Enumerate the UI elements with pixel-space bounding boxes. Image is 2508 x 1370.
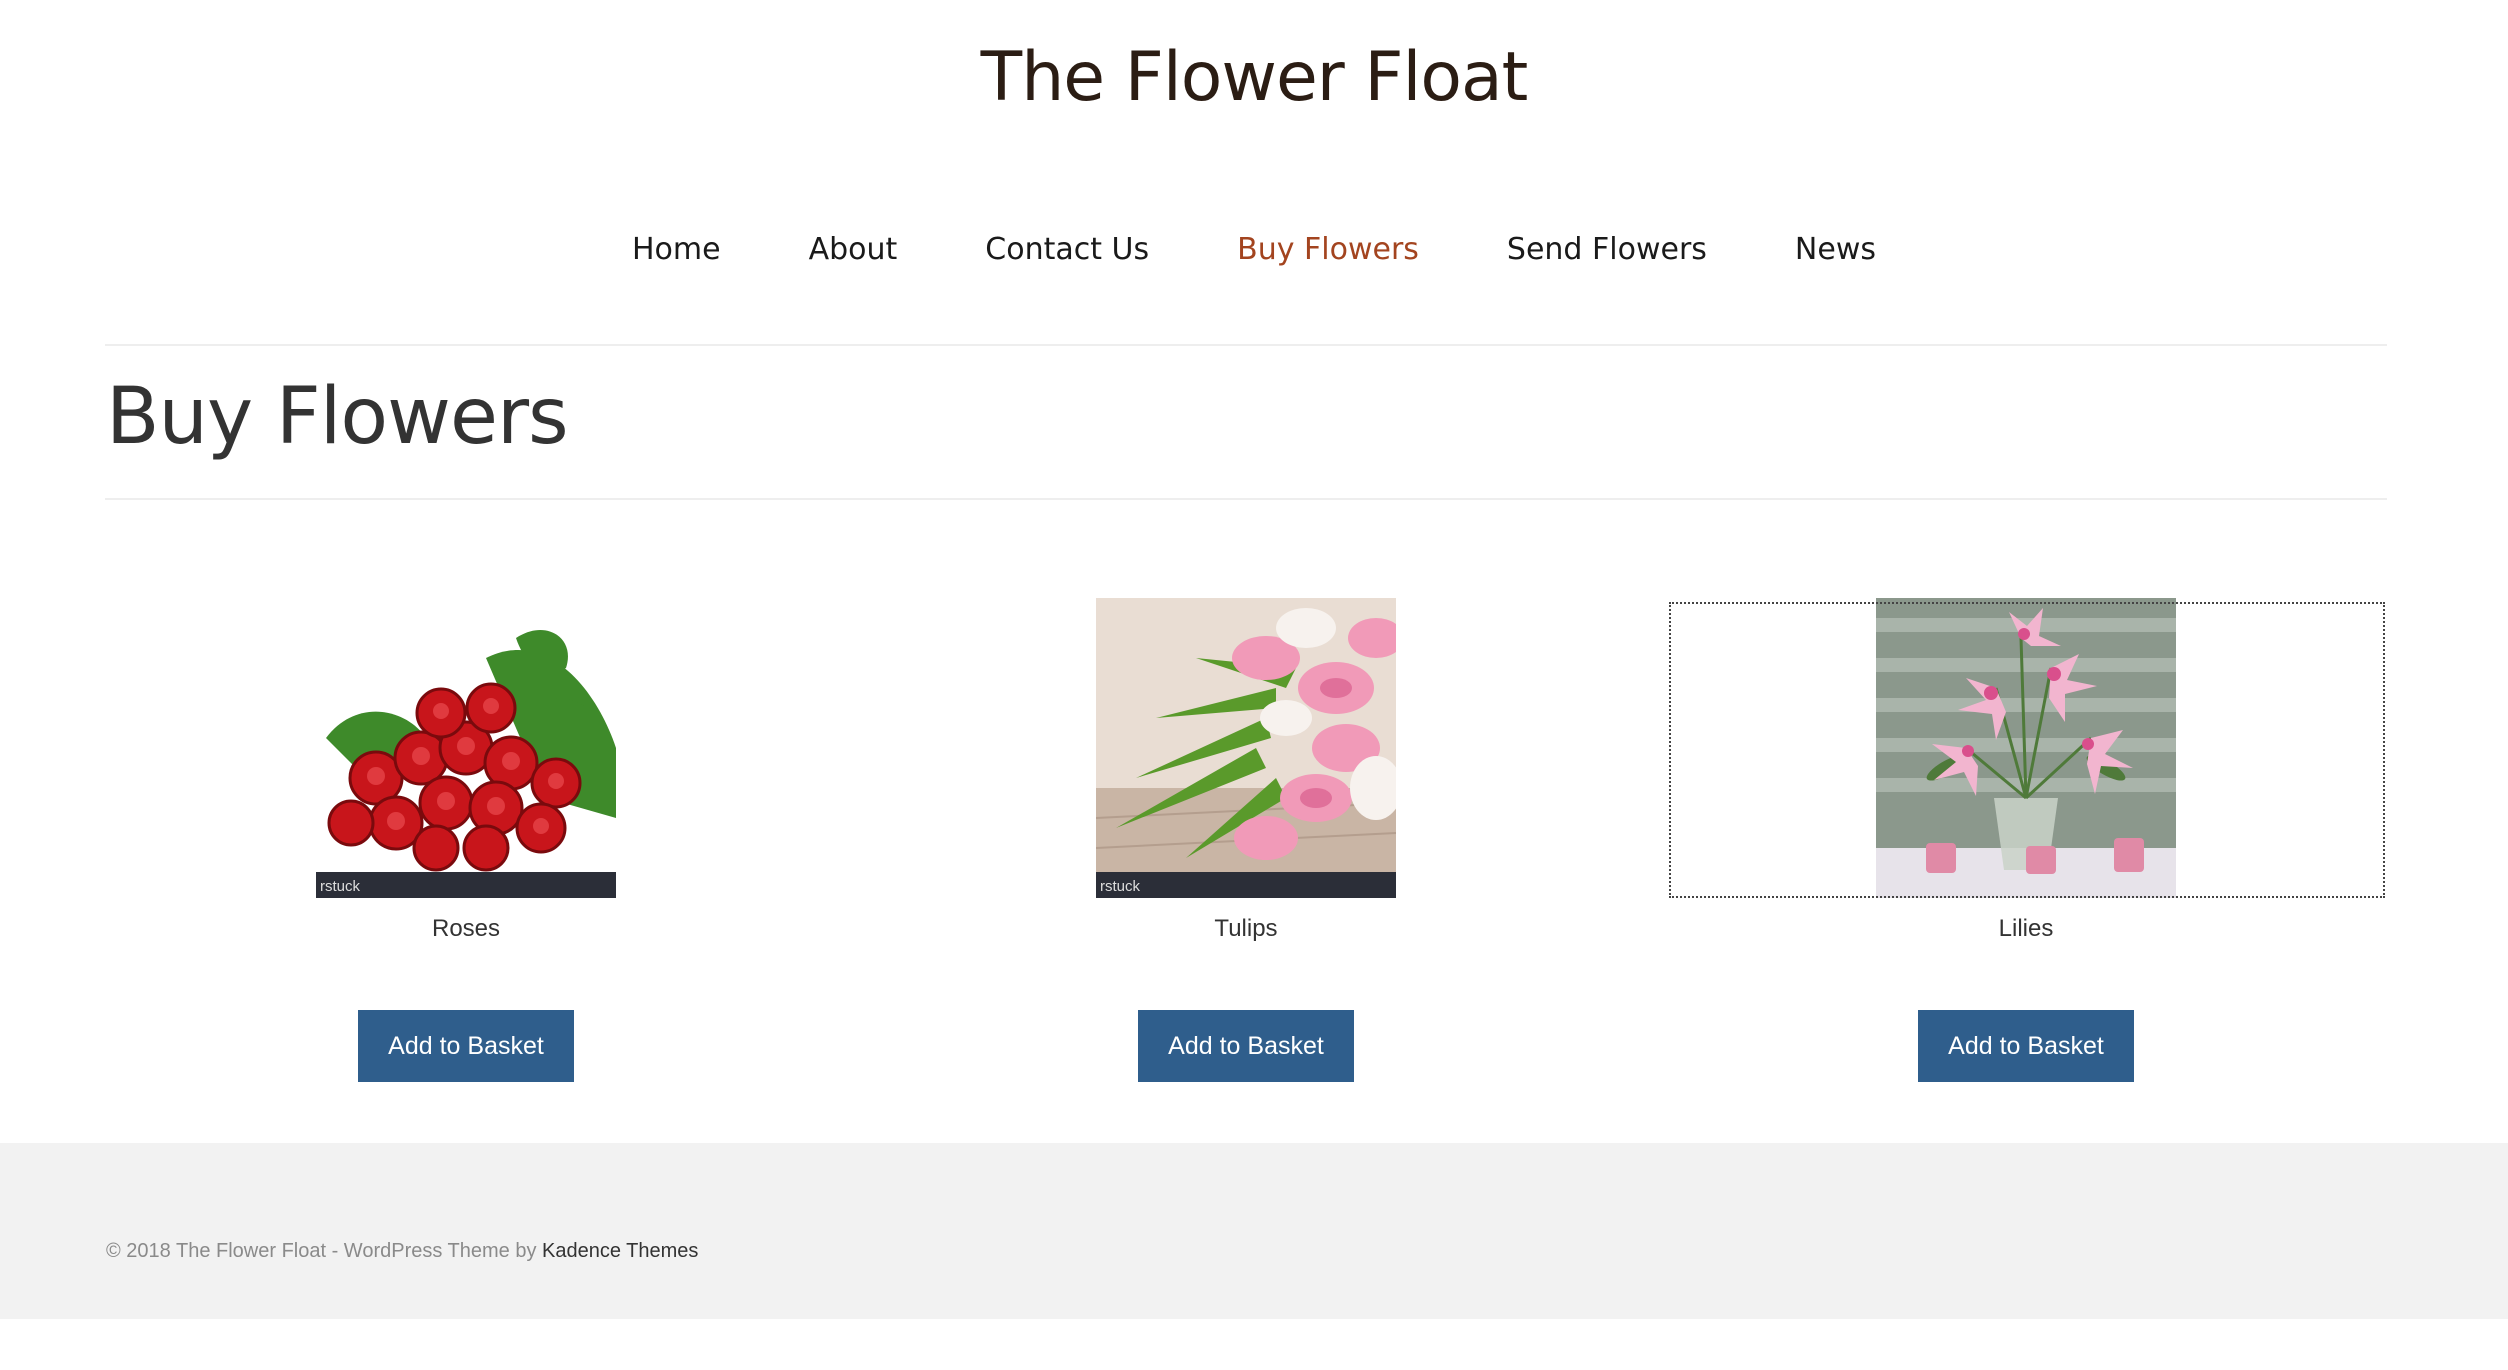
nav-item-news[interactable]: News [1795,232,1876,267]
product-image-roses[interactable]: rstuck [316,598,616,898]
nav-item-home[interactable]: Home [632,232,721,267]
product-name-roses[interactable]: Roses [96,915,836,943]
add-to-basket-roses-button[interactable]: Add to Basket [358,1010,574,1082]
nav-item-send-flowers[interactable]: Send Flowers [1507,232,1707,267]
product-image-tulips[interactable]: rstuck [1096,598,1396,898]
product-name-lilies[interactable]: Lilies [1656,915,2396,943]
focus-outline [1669,602,2385,898]
page-title: Buy Flowers [106,372,569,462]
site-footer: © 2018 The Flower Float - WordPress Them… [0,1143,2508,1319]
footer-credit-link[interactable]: Kadence Themes [542,1240,698,1262]
nav-item-about[interactable]: About [809,232,898,267]
add-to-basket-tulips-button[interactable]: Add to Basket [1138,1010,1354,1082]
add-to-basket-lilies-button[interactable]: Add to Basket [1918,1010,2134,1082]
product-name-tulips[interactable]: Tulips [876,915,1616,943]
header-divider [105,344,2387,346]
roses-image: rstuck [316,598,616,898]
site-title[interactable]: The Flower Float [0,38,2508,117]
title-divider [105,498,2387,500]
svg-text:rstuck: rstuck [1100,878,1141,895]
footer-copyright: © 2018 The Flower Float - WordPress Them… [106,1240,698,1263]
tulips-image: rstuck [1096,598,1396,898]
nav-item-contact-us[interactable]: Contact Us [985,232,1149,267]
footer-copyright-text: © 2018 The Flower Float - WordPress Them… [106,1240,543,1262]
main-nav: Home About Contact Us Buy Flowers Send F… [0,232,2508,267]
svg-text:rstuck: rstuck [320,878,361,895]
nav-item-buy-flowers[interactable]: Buy Flowers [1237,232,1419,267]
